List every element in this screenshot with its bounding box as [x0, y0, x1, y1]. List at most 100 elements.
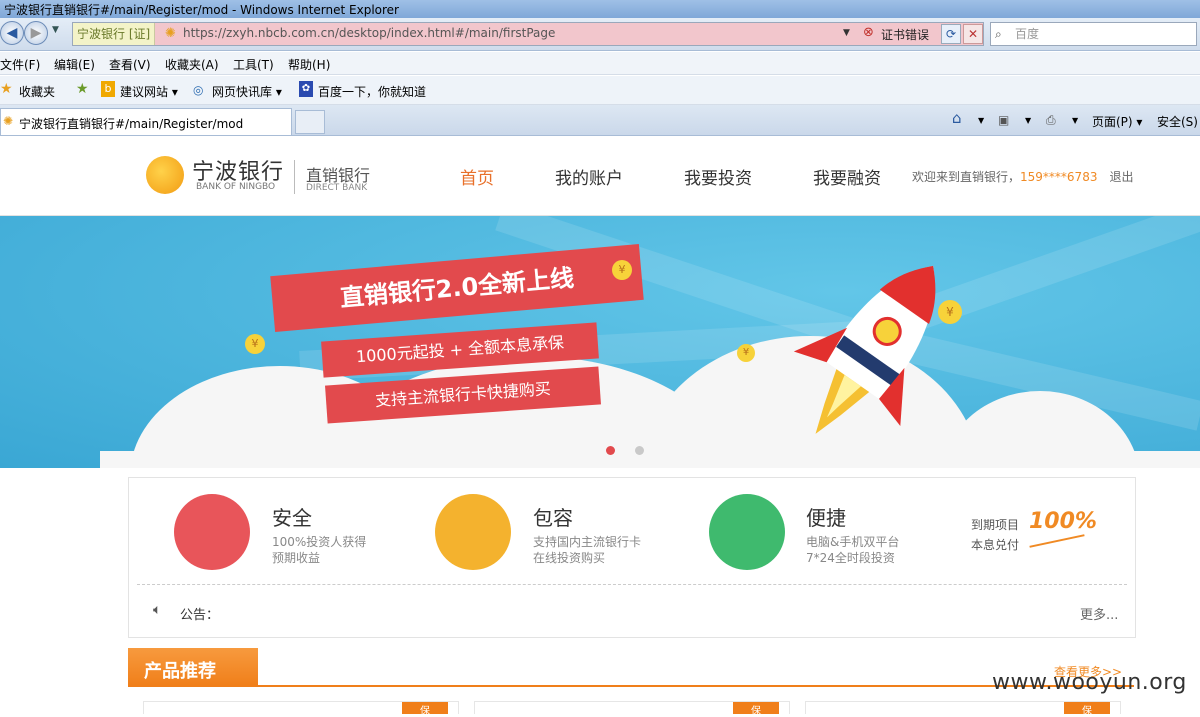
search-input[interactable]: ⌕ 百度 [990, 22, 1197, 46]
guarantee-value: 100% [1029, 509, 1097, 534]
user-phone[interactable]: 159****6783 [1020, 170, 1097, 184]
menu-file[interactable]: 文件(F) [0, 56, 40, 73]
coin-icon: ¥ [245, 334, 265, 354]
home-icon[interactable]: ⌂ [952, 109, 962, 127]
fav-baidu[interactable]: 百度一下，你就知道 [318, 83, 426, 100]
fav-web-slice-gallery[interactable]: 网页快讯库 ▾ [212, 83, 282, 100]
feature-desc-security: 100%投资人获得 预期收益 [272, 534, 366, 566]
search-placeholder: 百度 [1015, 27, 1040, 41]
menu-help[interactable]: 帮助(H) [288, 56, 330, 73]
favorites-button[interactable]: 收藏夹 [19, 83, 55, 100]
nav-home[interactable]: 首页 [460, 164, 494, 189]
guarantee-line: 到期项目 [971, 518, 1020, 532]
feature-title-security: 安全 [272, 506, 312, 530]
back-icon[interactable]: ◀ [0, 21, 24, 45]
nav-financing[interactable]: 我要融资 [813, 164, 881, 189]
window-titlebar: 宁波银行直销银行#/main/Register/mod - Windows In… [0, 0, 1200, 18]
forward-icon[interactable]: ▶ [24, 21, 48, 45]
welcome-message: 欢迎来到直销银行，159****6783 退出 [912, 168, 1133, 185]
promo-banner[interactable]: 直销银行2.0全新上线 1000元起投 + 全额本息承保 支持主流银行卡快捷购买… [0, 216, 1200, 468]
product-card[interactable]: 保 [805, 701, 1121, 717]
tab-active[interactable]: ✺ 宁波银行直销银行#/main/Register/mod [0, 108, 292, 135]
address-toolbar: ◀ ▶ ▼ 宁波银行 [证] ✺ https://zxyh.nbcb.com.c… [0, 18, 1200, 51]
product-section: 产品推荐 查看更多>> 保 保 保 [128, 648, 1134, 717]
watermark-text: www.wooyun.org [992, 670, 1187, 695]
features-panel: 安全 100%投资人获得 预期收益 包容 支持国内主流银行卡 在线投资购买 便捷… [128, 477, 1136, 638]
feeds-icon[interactable]: ▣ [998, 113, 1009, 127]
feature-desc-line: 100%投资人获得 [272, 535, 367, 549]
product-section-title: 产品推荐 [144, 661, 216, 682]
menu-edit[interactable]: 编辑(E) [54, 56, 95, 73]
bing-icon: b [101, 81, 115, 97]
new-tab-button[interactable] [295, 110, 325, 134]
guarantee-underline [1029, 534, 1085, 548]
product-section-tab: 产品推荐 [128, 648, 258, 686]
url-text[interactable]: https://zxyh.nbcb.com.cn/desktop/index.h… [183, 26, 555, 40]
add-favorite-icon[interactable]: ★ [76, 81, 89, 97]
refresh-icon[interactable]: ⟳ [941, 24, 961, 44]
guarantee-line: 本息兑付 [971, 538, 1020, 552]
menu-bar: 文件(F) 编辑(E) 查看(V) 收藏夹(A) 工具(T) 帮助(H) [0, 52, 1200, 75]
menu-view[interactable]: 查看(V) [109, 56, 151, 73]
coin-icon: ¥ [737, 344, 755, 362]
feature-desc-line: 7*24全时段投资 [806, 551, 895, 565]
cert-error-icon: ⊗ [863, 25, 874, 40]
print-dropdown-icon[interactable]: ▼ [1072, 116, 1078, 125]
address-dropdown-icon[interactable]: ▼ [843, 28, 850, 38]
history-dropdown-icon[interactable]: ▼ [52, 25, 59, 35]
divider [137, 584, 1127, 585]
feature-title-inclusive: 包容 [533, 506, 573, 530]
bank-name-en: BANK OF NINGBO [196, 182, 276, 192]
guarantee-label: 到期项目 本息兑付 [971, 515, 1019, 555]
nav-my-account[interactable]: 我的账户 [555, 164, 623, 189]
feature-desc-line: 预期收益 [272, 551, 321, 565]
menu-favorites[interactable]: 收藏夹(A) [165, 56, 219, 73]
tab-title: 宁波银行直销银行#/main/Register/mod [19, 117, 244, 131]
feature-desc-inclusive: 支持国内主流银行卡 在线投资购买 [533, 534, 641, 566]
address-field[interactable]: 宁波银行 [证] ✺ https://zxyh.nbcb.com.cn/desk… [72, 22, 984, 46]
fav-suggested-sites[interactable]: 建议网站 ▾ [120, 83, 178, 100]
carousel-dot[interactable] [635, 446, 644, 455]
speaker-icon: 🔈︎ [153, 602, 162, 618]
favorites-star-icon: ★ [0, 81, 13, 97]
tab-bar: ✺ 宁波银行直销银行#/main/Register/mod ⌂ ▼ ▣ ▼ ⎙ … [0, 105, 1200, 136]
feature-desc-convenient: 电脑&手机双平台 7*24全时段投资 [806, 534, 899, 566]
feature-desc-line: 电脑&手机双平台 [806, 535, 900, 549]
rocket-icon [793, 265, 936, 434]
favorites-bar: ★ 收藏夹 ★ b 建议网站 ▾ ◎ 网页快讯库 ▾ ✿ 百度一下，你就知道 [0, 76, 1200, 105]
welcome-text: 欢迎来到直销银行， [912, 170, 1021, 184]
product-tag: 保 [733, 702, 779, 717]
coin-icon: ¥ [612, 260, 632, 280]
product-card[interactable]: 保 [474, 701, 790, 717]
product-tag: 保 [1064, 702, 1110, 717]
web-slice-icon: ◎ [193, 83, 204, 97]
nav-invest[interactable]: 我要投资 [684, 164, 752, 189]
feature-desc-line: 在线投资购买 [533, 551, 606, 565]
window-title: 宁波银行直销银行#/main/Register/mod - Windows In… [4, 3, 399, 17]
menu-tools[interactable]: 工具(T) [233, 56, 274, 73]
bank-logo-icon[interactable] [146, 156, 184, 194]
product-tag: 保 [402, 702, 448, 717]
product-divider [128, 685, 1134, 687]
carousel-dot-active[interactable] [606, 446, 615, 455]
print-icon[interactable]: ⎙ [1046, 113, 1056, 128]
tab-favicon-icon: ✺ [3, 114, 14, 128]
feeds-dropdown-icon[interactable]: ▼ [1025, 116, 1031, 125]
stop-icon[interactable]: ✕ [963, 24, 983, 44]
cert-error-text[interactable]: 证书错误 [881, 26, 929, 43]
graduation-cap-icon [709, 494, 785, 570]
site-favicon-icon: ✺ [165, 26, 176, 41]
feature-desc-line: 支持国内主流银行卡 [533, 535, 642, 549]
notice-more-link[interactable]: 更多... [1080, 604, 1118, 623]
product-card[interactable]: 保 [143, 701, 459, 717]
site-header: 宁波银行 BANK OF NINGBO 直销银行 DIRECT BANK 首页 … [0, 136, 1200, 216]
safety-menu[interactable]: 安全(S) [1157, 113, 1198, 130]
cert-identity-badge[interactable]: 宁波银行 [证] [73, 23, 156, 45]
home-dropdown-icon[interactable]: ▼ [978, 116, 984, 125]
shield-key-icon [174, 494, 250, 570]
search-icon: ⌕ [995, 27, 1002, 41]
card-hand-icon [435, 494, 511, 570]
page-menu[interactable]: 页面(P) ▾ [1092, 113, 1142, 130]
logout-link[interactable]: 退出 [1109, 170, 1133, 184]
logo-divider [294, 160, 295, 194]
